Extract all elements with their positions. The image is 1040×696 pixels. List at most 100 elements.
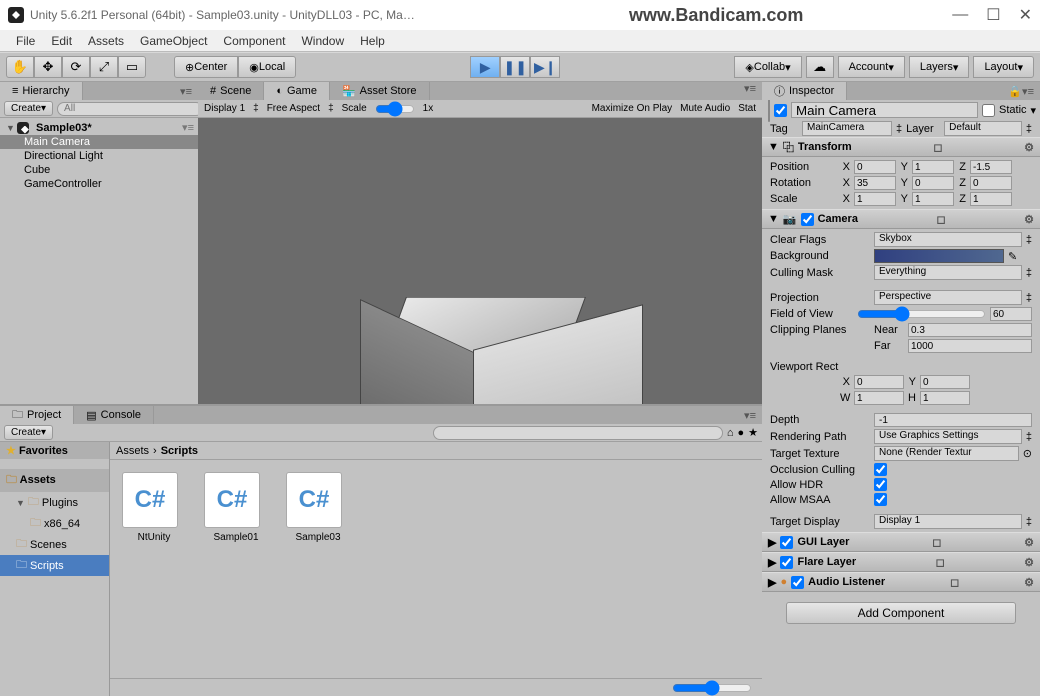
menu-help[interactable]: Help: [352, 34, 393, 48]
hierarchy-item-main-camera[interactable]: Main Camera: [0, 135, 198, 149]
favorites-header[interactable]: ★ Favorites: [0, 442, 109, 459]
hierarchy-item-gamecontroller[interactable]: GameController: [0, 177, 198, 191]
hierarchy-create-dropdown[interactable]: Create ▾: [4, 101, 53, 116]
layout-dropdown[interactable]: Layout ▾: [973, 56, 1034, 78]
cloud-button[interactable]: ☁: [806, 56, 834, 78]
center-options[interactable]: ▾≡: [744, 82, 762, 100]
step-button[interactable]: ▶❙: [530, 56, 560, 78]
gameobject-active-checkbox[interactable]: [774, 104, 787, 117]
far-field[interactable]: [908, 339, 1032, 353]
tag-dropdown[interactable]: MainCamera: [802, 121, 892, 136]
close-button[interactable]: ✕: [1019, 5, 1032, 25]
project-search[interactable]: [433, 426, 723, 440]
maximize-button[interactable]: ☐: [986, 5, 1000, 25]
minimize-button[interactable]: —: [952, 6, 968, 24]
breadcrumb-assets[interactable]: Assets: [116, 445, 149, 457]
pos-x[interactable]: [854, 160, 896, 174]
scl-x[interactable]: [854, 192, 896, 206]
pivot-local-toggle[interactable]: ◉ Local: [238, 56, 296, 78]
search-type-icon[interactable]: ★: [748, 426, 758, 439]
mute-audio[interactable]: Mute Audio: [680, 103, 730, 114]
camera-help-icon[interactable]: ◻: [936, 213, 945, 226]
target-display-dropdown[interactable]: Display 1: [874, 514, 1022, 529]
gui-layer-header[interactable]: ▶ GUI Layer◻⚙: [762, 532, 1040, 552]
hand-tool[interactable]: ✋: [6, 56, 34, 78]
asset-sample03[interactable]: C#Sample03: [286, 472, 350, 543]
search-filter-icon[interactable]: ⌂: [727, 427, 734, 439]
pause-button[interactable]: ❚❚: [500, 56, 530, 78]
menu-file[interactable]: File: [8, 34, 43, 48]
camera-gear-icon[interactable]: ⚙: [1024, 213, 1034, 226]
menu-edit[interactable]: Edit: [43, 34, 80, 48]
near-field[interactable]: [908, 323, 1032, 337]
pos-y[interactable]: [912, 160, 954, 174]
fov-slider[interactable]: [857, 307, 986, 321]
pos-z[interactable]: [970, 160, 1012, 174]
rot-z[interactable]: [970, 176, 1012, 190]
scl-y[interactable]: [912, 192, 954, 206]
pivot-center-toggle[interactable]: ⊕ Center: [174, 56, 238, 78]
scale-tool[interactable]: ⤢: [90, 56, 118, 78]
camera-enabled[interactable]: [801, 213, 814, 226]
static-checkbox[interactable]: [982, 104, 995, 117]
collab-dropdown[interactable]: ◈ Collab ▾: [734, 56, 801, 78]
stats-toggle[interactable]: Stat: [738, 103, 756, 114]
clear-flags-dropdown[interactable]: Skybox: [874, 232, 1022, 247]
assets-root[interactable]: 🗀 Assets: [0, 469, 109, 492]
asset-ntunity[interactable]: C#NtUnity: [122, 472, 186, 543]
add-component-button[interactable]: Add Component: [786, 602, 1016, 624]
menu-gameobject[interactable]: GameObject: [132, 34, 215, 48]
account-dropdown[interactable]: Account ▾: [838, 56, 905, 78]
project-create-dropdown[interactable]: Create ▾: [4, 425, 53, 440]
hierarchy-options[interactable]: ▾≡: [180, 85, 198, 98]
inspector-options[interactable]: 🔒▾≡: [1008, 85, 1040, 98]
hierarchy-item-cube[interactable]: Cube: [0, 163, 198, 177]
rendering-path-dropdown[interactable]: Use Graphics Settings: [874, 429, 1022, 444]
play-button[interactable]: ▶: [470, 56, 500, 78]
menu-window[interactable]: Window: [293, 34, 352, 48]
thumbnail-size-slider[interactable]: [672, 680, 752, 696]
hierarchy-search[interactable]: [57, 102, 203, 116]
hdr-checkbox[interactable]: [874, 478, 887, 491]
breadcrumb-scripts[interactable]: Scripts: [161, 445, 198, 457]
rot-y[interactable]: [912, 176, 954, 190]
viewport-y[interactable]: [920, 375, 970, 389]
menu-assets[interactable]: Assets: [80, 34, 132, 48]
scene-tab[interactable]: #Scene: [198, 82, 264, 100]
transform-header[interactable]: ▼ ⿻ Transform◻⚙: [762, 137, 1040, 157]
rot-x[interactable]: [854, 176, 896, 190]
folder-x86-64[interactable]: 🗀x86_64: [0, 513, 109, 534]
game-tab[interactable]: ◐Game: [264, 82, 330, 100]
scene-row[interactable]: ▼ Sample03*▾≡: [0, 120, 198, 135]
search-label-icon[interactable]: ●: [737, 427, 744, 439]
depth-field[interactable]: [874, 413, 1032, 427]
camera-header[interactable]: ▼ 📷 Camera◻⚙: [762, 209, 1040, 229]
msaa-checkbox[interactable]: [874, 493, 887, 506]
folder-plugins[interactable]: ▼🗀Plugins: [0, 492, 109, 513]
viewport-x[interactable]: [854, 375, 904, 389]
display-dropdown[interactable]: Display 1: [204, 103, 245, 114]
eyedropper-icon[interactable]: ✎: [1008, 250, 1017, 263]
inspector-tab[interactable]: ⓘInspector: [762, 82, 847, 100]
flare-layer-enabled[interactable]: [780, 556, 793, 569]
occlusion-checkbox[interactable]: [874, 463, 887, 476]
viewport-h[interactable]: [920, 391, 970, 405]
hierarchy-tab[interactable]: ≡Hierarchy: [0, 82, 83, 100]
aspect-dropdown[interactable]: Free Aspect: [267, 103, 320, 114]
projection-dropdown[interactable]: Perspective: [874, 290, 1022, 305]
gui-layer-enabled[interactable]: [780, 536, 793, 549]
project-tab[interactable]: 🗀Project: [0, 406, 74, 424]
fov-field[interactable]: [990, 307, 1032, 321]
culling-dropdown[interactable]: Everything: [874, 265, 1022, 280]
rotate-tool[interactable]: ⟳: [62, 56, 90, 78]
transform-help-icon[interactable]: ◻: [933, 141, 942, 154]
asset-store-tab[interactable]: 🏪Asset Store: [330, 82, 430, 100]
viewport-w[interactable]: [854, 391, 904, 405]
gameobject-name-field[interactable]: [791, 102, 978, 118]
audio-listener-header[interactable]: ▶ ● Audio Listener◻⚙: [762, 572, 1040, 592]
scene-options[interactable]: ▾≡: [182, 121, 194, 134]
asset-sample01[interactable]: C#Sample01: [204, 472, 268, 543]
layers-dropdown[interactable]: Layers ▾: [909, 56, 970, 78]
background-color[interactable]: [874, 249, 1004, 263]
hierarchy-item-directional-light[interactable]: Directional Light: [0, 149, 198, 163]
